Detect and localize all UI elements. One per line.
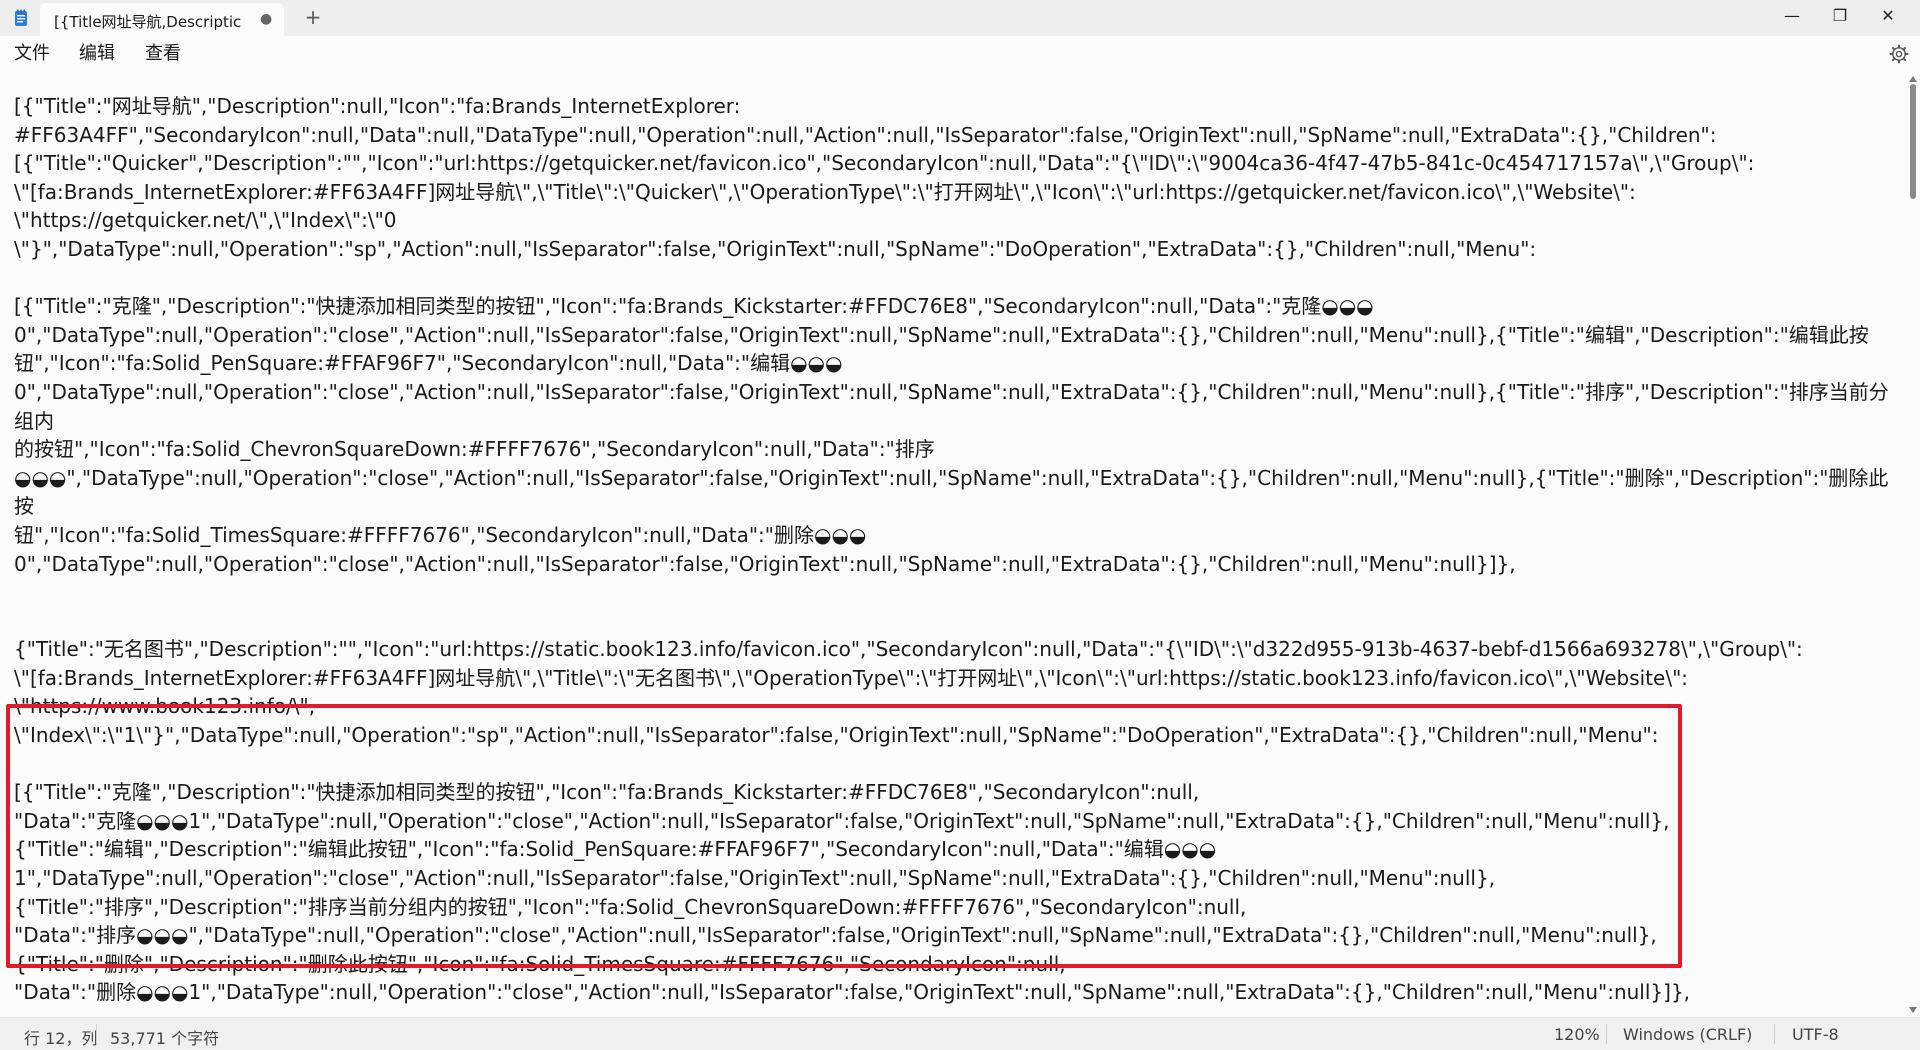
text-line[interactable] xyxy=(14,578,1902,607)
text-line[interactable]: 0","DataType":null,"Operation":"close","… xyxy=(14,378,1902,435)
text-line[interactable]: ◒◒◒","DataType":null,"Operation":"close"… xyxy=(14,464,1902,521)
text-line[interactable]: 1","DataType":null,"Operation":"close","… xyxy=(14,864,1902,893)
vertical-scrollbar[interactable] xyxy=(1906,72,1920,1017)
text-line[interactable]: [{"Title":"克隆","Description":"快捷添加相同类型的按… xyxy=(14,778,1902,807)
text-line[interactable] xyxy=(14,1007,1902,1017)
text-line[interactable]: {"Title":"编辑","Description":"编辑此按钮","Ico… xyxy=(14,835,1902,864)
text-line[interactable]: 0","DataType":null,"Operation":"close","… xyxy=(14,321,1902,350)
status-bar: 行 12，列 53,771 个字符 120% Windows (CRLF) UT… xyxy=(0,1017,1920,1050)
text-line[interactable]: "Data":"克隆◒◒◒1","DataType":null,"Operati… xyxy=(14,807,1902,836)
text-line[interactable]: \"Index\":\"1\"}","DataType":null,"Opera… xyxy=(14,721,1902,750)
gear-icon[interactable] xyxy=(1889,44,1909,64)
status-divider xyxy=(96,1024,97,1044)
notepad-icon xyxy=(15,9,27,26)
document-tab[interactable]: [{Title网址导航,Descriptic ● xyxy=(40,3,284,36)
text-line[interactable]: [{"Title":"网址导航","Description":null,"Ico… xyxy=(14,92,1902,121)
text-line[interactable] xyxy=(14,607,1902,636)
text-line[interactable]: \"https://www.book123.info/\", xyxy=(14,692,1902,721)
text-line[interactable]: [{"Title":"Quicker","Description":"","Ic… xyxy=(14,149,1902,178)
status-divider xyxy=(1606,1024,1607,1044)
text-line[interactable]: 的按钮","Icon":"fa:Solid_ChevronSquareDown:… xyxy=(14,435,1902,464)
text-line[interactable] xyxy=(14,750,1902,779)
tab-title: [{Title网址导航,Descriptic xyxy=(54,13,242,31)
text-line[interactable]: "Data":"排序◒◒◒","DataType":null,"Operatio… xyxy=(14,921,1902,950)
text-line[interactable]: \"https://getquicker.net/\",\"Index\":\"… xyxy=(14,206,1902,235)
scroll-up-arrow-icon[interactable] xyxy=(1909,76,1917,82)
text-line[interactable]: 0","DataType":null,"Operation":"close","… xyxy=(14,550,1902,579)
minimize-button[interactable]: — xyxy=(1769,0,1815,32)
text-line[interactable]: [{"Title":"克隆","Description":"快捷添加相同类型的按… xyxy=(14,292,1902,321)
menu-bar: 文件 编辑 查看 xyxy=(0,36,1920,72)
text-editor[interactable]: [{"Title":"网址导航","Description":null,"Ico… xyxy=(0,72,1906,1017)
text-line[interactable]: 钮","Icon":"fa:Solid_PenSquare:#FFAF96F7"… xyxy=(14,349,1902,378)
status-divider xyxy=(1774,1024,1775,1044)
text-line[interactable]: #FF63A4FF","SecondaryIcon":null,"Data":n… xyxy=(14,121,1902,150)
unsaved-indicator-icon[interactable]: ● xyxy=(260,11,272,27)
text-line[interactable]: \"[fa:Brands_InternetExplorer:#FF63A4FF]… xyxy=(14,178,1902,207)
scroll-thumb[interactable] xyxy=(1910,84,1916,199)
text-line[interactable]: \"}","DataType":null,"Operation":"sp","A… xyxy=(14,235,1902,264)
close-button[interactable]: ✕ xyxy=(1865,0,1911,32)
text-line[interactable]: {"Title":"无名图书","Description":"","Icon":… xyxy=(14,635,1902,664)
scroll-down-arrow-icon[interactable] xyxy=(1909,1007,1917,1013)
line-ending[interactable]: Windows (CRLF) xyxy=(1623,1025,1752,1044)
text-line[interactable]: 钮","Icon":"fa:Solid_TimesSquare:#FFFF767… xyxy=(14,521,1902,550)
character-count: 53,771 个字符 xyxy=(110,1029,220,1048)
maximize-button[interactable]: ❐ xyxy=(1817,0,1863,32)
text-line[interactable]: "Data":"删除◒◒◒1","DataType":null,"Operati… xyxy=(14,978,1902,1007)
zoom-level[interactable]: 120% xyxy=(1554,1025,1600,1044)
menu-view[interactable]: 查看 xyxy=(143,41,183,67)
text-line[interactable]: {"Title":"删除","Description":"删除此按钮","Ico… xyxy=(14,950,1902,979)
new-tab-button[interactable]: + xyxy=(300,5,326,31)
editor-text[interactable]: [{"Title":"网址导航","Description":null,"Ico… xyxy=(14,92,1902,1017)
menu-file[interactable]: 文件 xyxy=(12,41,52,67)
cursor-position: 行 12，列 xyxy=(24,1029,98,1048)
text-line[interactable]: \"[fa:Brands_InternetExplorer:#FF63A4FF]… xyxy=(14,664,1902,693)
menu-edit[interactable]: 编辑 xyxy=(77,41,117,67)
encoding[interactable]: UTF-8 xyxy=(1792,1025,1839,1044)
text-line[interactable] xyxy=(14,264,1902,293)
title-bar: [{Title网址导航,Descriptic ● + — ❐ ✕ xyxy=(0,0,1920,36)
text-line[interactable]: {"Title":"排序","Description":"排序当前分组内的按钮"… xyxy=(14,893,1902,922)
